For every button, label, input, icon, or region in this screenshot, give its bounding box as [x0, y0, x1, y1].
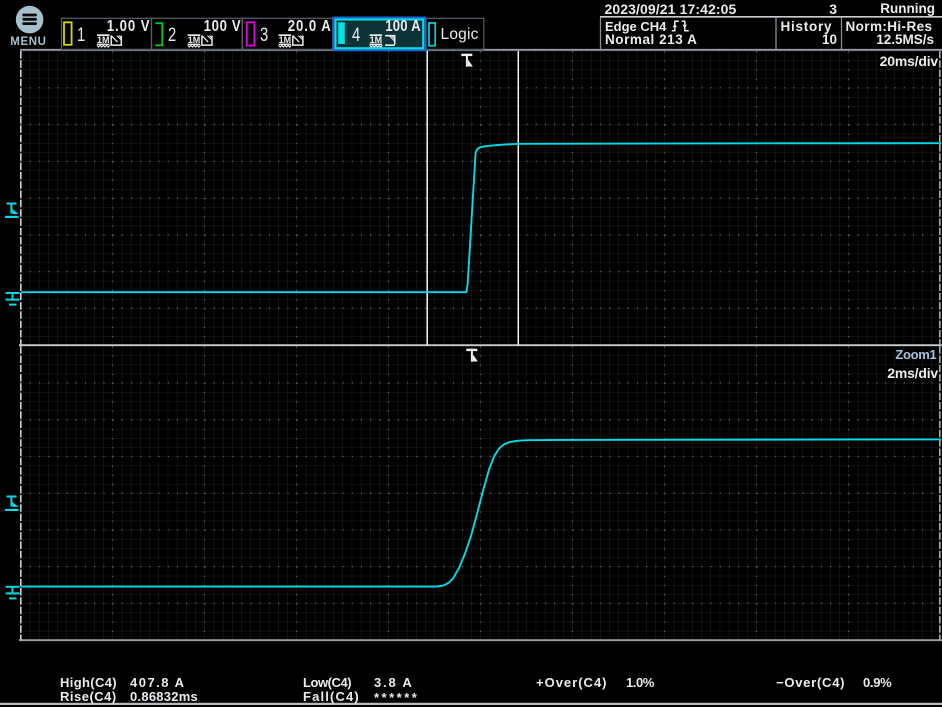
- svg-text:1M: 1M: [97, 35, 110, 45]
- svg-text:1M: 1M: [279, 35, 292, 45]
- svg-text:1M: 1M: [370, 35, 383, 45]
- svg-text:1M: 1M: [188, 35, 201, 45]
